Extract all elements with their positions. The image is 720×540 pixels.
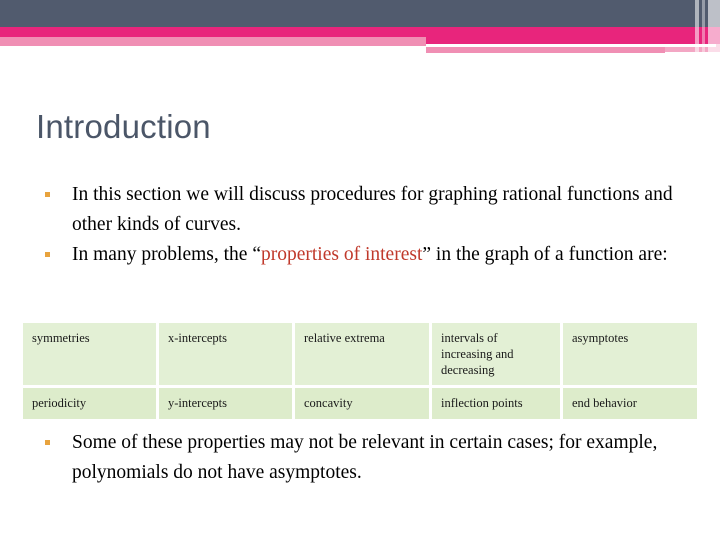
header-band-pink-stripe — [426, 47, 665, 53]
table-cell: periodicity — [23, 388, 156, 419]
bullet-text: Some of these properties may not be rele… — [72, 432, 658, 483]
bullet-list-bottom: Some of these properties may not be rele… — [36, 428, 696, 488]
header-band-magenta-right — [426, 27, 720, 44]
slide-header-decoration — [0, 0, 720, 60]
table-row: symmetries x-intercepts relative extrema… — [23, 323, 697, 385]
bullet-text: In many problems, the “properties of int… — [72, 244, 668, 265]
list-item: Some of these properties may not be rele… — [36, 428, 696, 488]
bullet-list-top: In this section we will discuss procedur… — [36, 180, 686, 270]
table-cell: symmetries — [23, 323, 156, 385]
slide-title: Introduction — [36, 108, 211, 145]
table-cell: intervals of increasing and decreasing — [432, 323, 560, 385]
table-cell: asymptotes — [563, 323, 697, 385]
header-vertical-stripe-3 — [708, 0, 720, 60]
table-cell: end behavior — [563, 388, 697, 419]
bullet-square-icon — [45, 440, 50, 445]
bullet-text: In this section we will discuss procedur… — [72, 184, 673, 235]
header-band-slate — [0, 0, 720, 27]
bullet-square-icon — [45, 192, 50, 197]
table-cell: x-intercepts — [159, 323, 292, 385]
table-cell: inflection points — [432, 388, 560, 419]
properties-table: symmetries x-intercepts relative extrema… — [20, 320, 700, 422]
header-vertical-stripe-1 — [695, 0, 699, 60]
table-cell: y-intercepts — [159, 388, 292, 419]
header-band-pink-left — [0, 37, 426, 46]
list-item: In many problems, the “properties of int… — [36, 240, 686, 270]
bullet-square-icon — [45, 252, 50, 257]
list-item: In this section we will discuss procedur… — [36, 180, 686, 240]
table-cell: relative extrema — [295, 323, 429, 385]
table-cell: concavity — [295, 388, 429, 419]
table-row: periodicity y-intercepts concavity infle… — [23, 388, 697, 419]
header-band-magenta-left — [0, 27, 426, 37]
header-vertical-stripe-2 — [702, 0, 705, 60]
